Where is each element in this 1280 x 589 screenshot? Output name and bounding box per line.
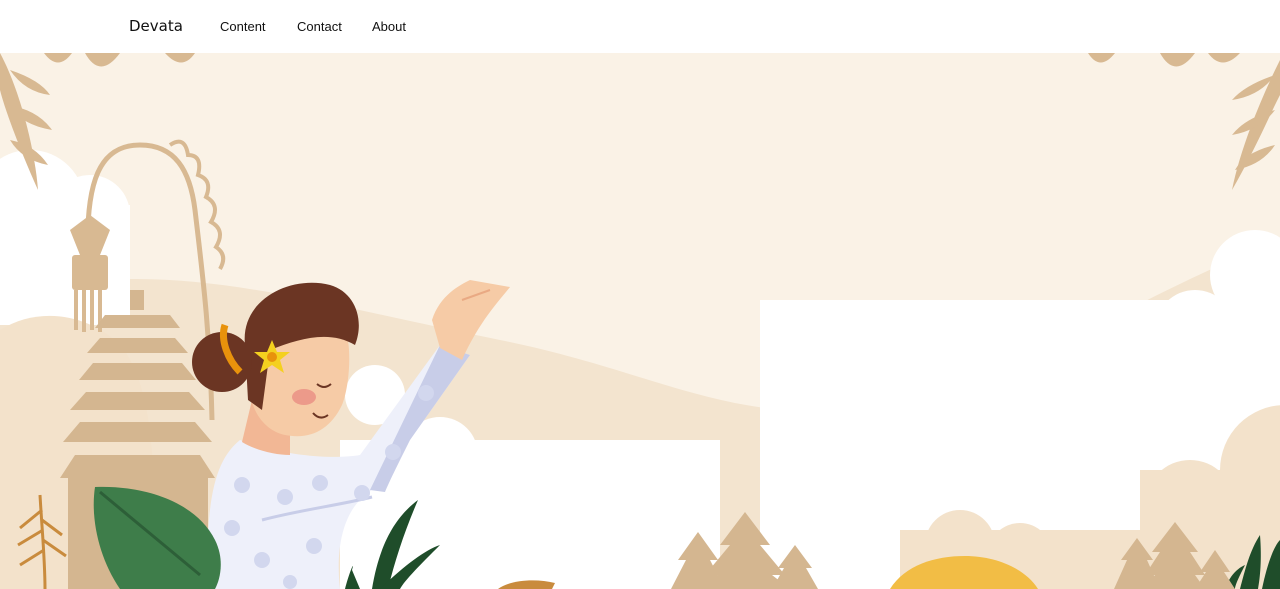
nav-link-about[interactable]: About: [372, 19, 406, 34]
brand-logo[interactable]: Devata: [129, 17, 183, 35]
hero-illustration: [0, 53, 1280, 589]
nav-link-content[interactable]: Content: [220, 19, 266, 34]
nav-link-contact[interactable]: Contact: [297, 19, 342, 34]
top-navbar: Devata Content Contact About: [0, 0, 1280, 53]
